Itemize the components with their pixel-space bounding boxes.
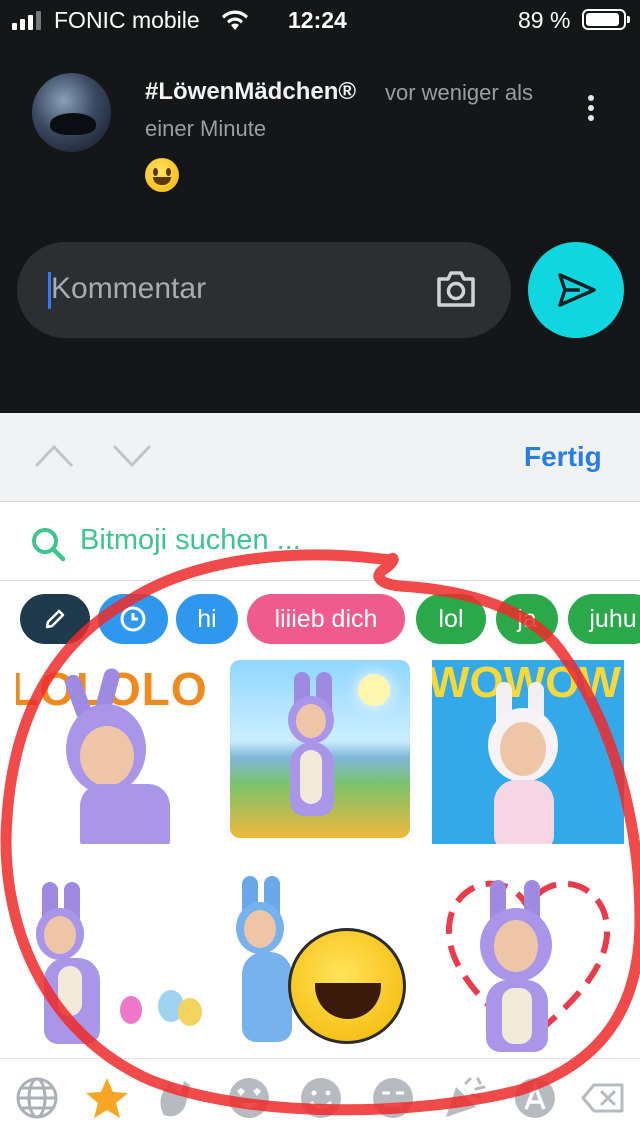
- carrier-label: FONIC mobile: [54, 7, 200, 33]
- search-icon: [32, 528, 66, 562]
- party-icon[interactable]: [442, 1075, 488, 1121]
- star-icon[interactable]: [84, 1075, 130, 1121]
- pencil-icon: [45, 609, 65, 629]
- globe-icon[interactable]: [14, 1075, 60, 1121]
- signal-icon: [12, 11, 41, 30]
- clock: 12:24: [288, 7, 347, 33]
- keyboard-toolbar: Fertig: [0, 413, 640, 502]
- battery-icon: [582, 9, 630, 30]
- send-icon: [558, 273, 596, 307]
- bitmoji-tile-lol[interactable]: LOLOLO: [16, 660, 208, 844]
- smiley-emoji-icon: [145, 158, 179, 192]
- clock-icon: [120, 606, 146, 632]
- comment-time-continued: einer Minute: [145, 116, 267, 141]
- battery-percent: 89 %: [518, 7, 571, 33]
- chip-edit[interactable]: [20, 594, 90, 644]
- comment-placeholder: Kommentar: [51, 272, 207, 305]
- bitmoji-tile-heart[interactable]: [432, 868, 624, 1052]
- neutral-face-icon[interactable]: [370, 1075, 416, 1121]
- bitmoji-tile-wow[interactable]: WOWOW: [432, 660, 624, 844]
- chip-juhu[interactable]: juhu: [568, 594, 640, 644]
- bitmoji-search-placeholder: Bitmoji suchen ...: [80, 524, 301, 556]
- avatar[interactable]: [32, 73, 111, 152]
- backspace-icon[interactable]: [580, 1075, 626, 1121]
- bitmoji-categories: hi liiieb dich lol ja juhu: [0, 594, 640, 650]
- chip-hi[interactable]: hi: [176, 594, 238, 644]
- bitmoji-tile-meadow[interactable]: [230, 660, 410, 838]
- heart-eyes-icon[interactable]: [226, 1075, 272, 1121]
- chip-liiieb-dich[interactable]: liiieb dich: [247, 594, 405, 644]
- text-a-icon[interactable]: [512, 1075, 558, 1121]
- comment-author[interactable]: #LöwenMädchen®: [145, 78, 356, 106]
- keyboard-switcher-bar: [0, 1058, 640, 1137]
- comment-screen: FONIC mobile 12:24 89 % #LöwenMädchen® v…: [0, 0, 640, 413]
- easter-egg-icon: [120, 996, 142, 1024]
- comment-input[interactable]: Kommentar: [17, 242, 511, 338]
- status-bar: FONIC mobile 12:24 89 %: [0, 0, 640, 40]
- done-button[interactable]: Fertig: [524, 441, 602, 473]
- send-button[interactable]: [528, 242, 624, 338]
- chip-recent[interactable]: [98, 594, 168, 644]
- chevron-up-icon[interactable]: [34, 443, 74, 469]
- camera-icon[interactable]: [435, 270, 477, 308]
- wifi-icon: [222, 10, 248, 30]
- bitmoji-tile-eggs[interactable]: [16, 868, 216, 1048]
- more-options-icon[interactable]: [588, 95, 596, 125]
- bitmoji-search[interactable]: Bitmoji suchen ...: [0, 502, 640, 581]
- laughing-emoji-icon: [288, 928, 406, 1044]
- chevron-down-icon[interactable]: [112, 443, 152, 469]
- comment-time: vor weniger als: [385, 80, 533, 105]
- chip-lol[interactable]: lol: [416, 594, 486, 644]
- bitmoji-grid: LOLOLO WOWOW: [0, 660, 640, 1060]
- chip-ja[interactable]: ja: [496, 594, 558, 644]
- easter-egg-icon: [178, 998, 202, 1026]
- sun-icon: [358, 674, 390, 706]
- wave-icon[interactable]: [154, 1075, 200, 1121]
- bitmoji-tile-laughing[interactable]: [224, 868, 420, 1048]
- smile-icon[interactable]: [298, 1075, 344, 1121]
